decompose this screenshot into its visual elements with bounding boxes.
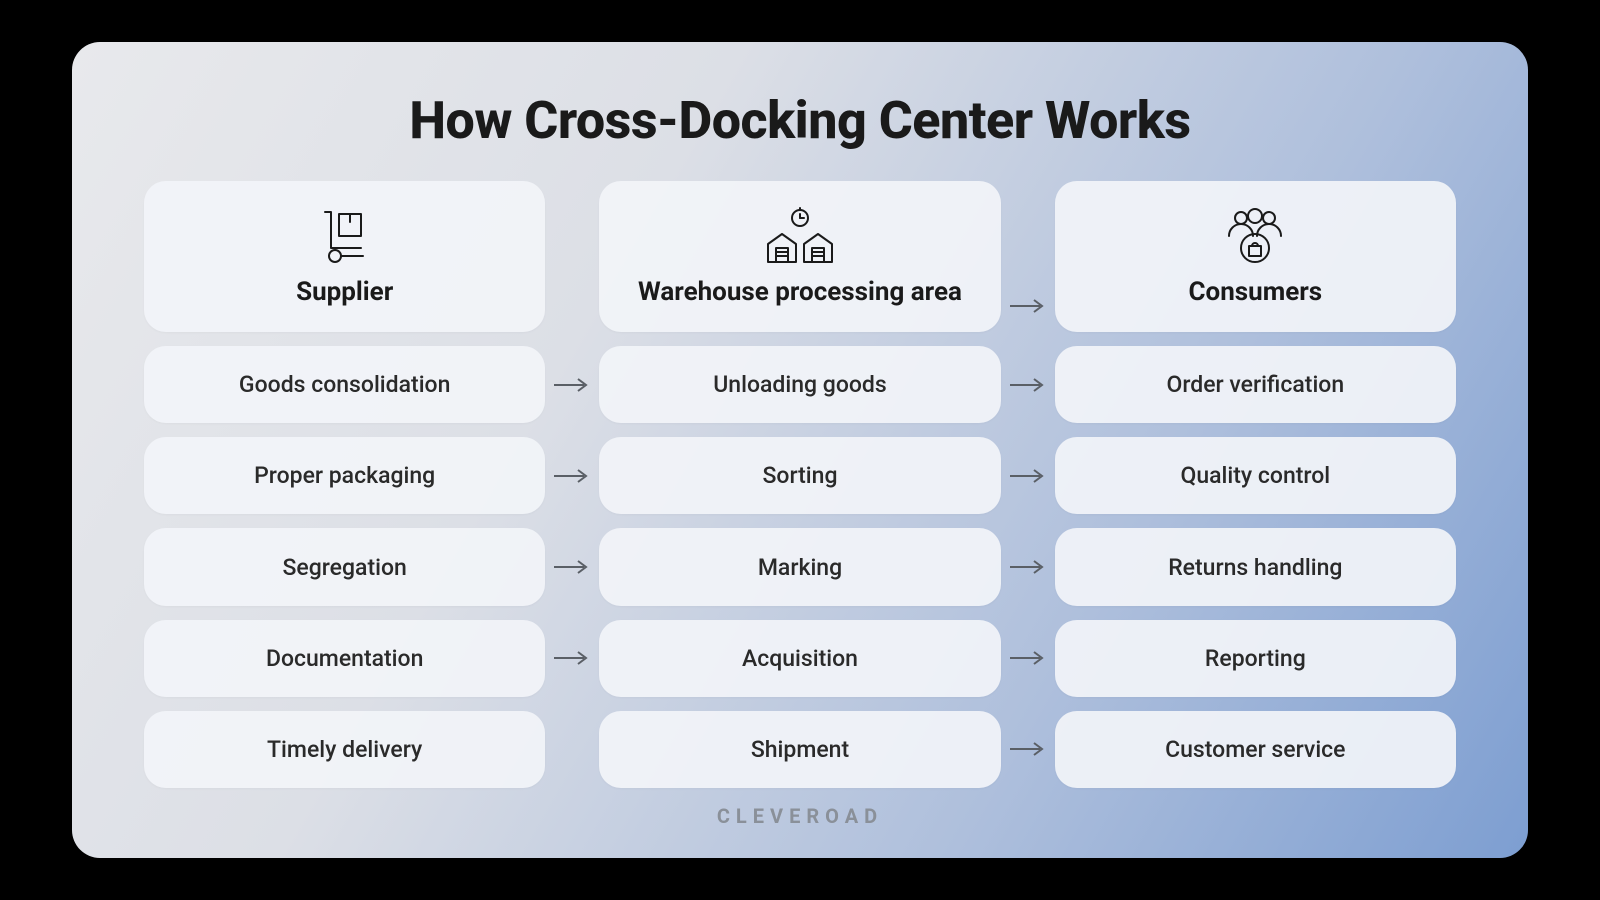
arrow-icon (1001, 437, 1055, 514)
arrow-icon (1001, 528, 1055, 605)
arrow-icon (1001, 346, 1055, 423)
header-label: Warehouse processing area (638, 277, 962, 307)
step-label: Segregation (282, 554, 406, 581)
step-label: Customer service (1165, 736, 1345, 763)
step-card: Customer service (1055, 711, 1456, 788)
arrow-icon (545, 346, 599, 423)
step-card: Segregation (144, 528, 545, 605)
step-card: Order verification (1055, 346, 1456, 423)
consumers-icon (1219, 207, 1291, 269)
step-label: Documentation (266, 645, 423, 672)
step-card: Sorting (599, 437, 1000, 514)
step-label: Goods consolidation (239, 371, 450, 398)
diagram-title: How Cross-Docking Center Works (144, 90, 1456, 151)
arrow-icon (545, 528, 599, 605)
step-label: Reporting (1205, 645, 1306, 672)
step-label: Unloading goods (713, 371, 886, 398)
step-label: Order verification (1166, 371, 1344, 398)
step-label: Returns handling (1168, 554, 1342, 581)
step-label: Shipment (751, 736, 849, 763)
arrow-icon (1001, 181, 1055, 332)
step-card: Proper packaging (144, 437, 545, 514)
step-card: Documentation (144, 620, 545, 697)
step-card: Acquisition (599, 620, 1000, 697)
step-label: Acquisition (742, 645, 858, 672)
step-label: Timely delivery (267, 736, 422, 763)
diagram-grid: Supplier Warehouse (144, 181, 1456, 788)
step-label: Marking (758, 554, 842, 581)
arrow-icon (545, 437, 599, 514)
warehouse-icon (760, 207, 840, 269)
header-warehouse: Warehouse processing area (599, 181, 1000, 332)
header-supplier: Supplier (144, 181, 545, 332)
header-label: Supplier (296, 277, 393, 307)
arrow-icon (1001, 620, 1055, 697)
hand-truck-icon (313, 207, 377, 269)
step-label: Proper packaging (254, 462, 435, 489)
header-consumers: Consumers (1055, 181, 1456, 332)
step-label: Quality control (1180, 462, 1330, 489)
step-card: Returns handling (1055, 528, 1456, 605)
arrow-icon (1001, 711, 1055, 788)
step-card: Unloading goods (599, 346, 1000, 423)
step-card: Goods consolidation (144, 346, 545, 423)
step-card: Quality control (1055, 437, 1456, 514)
header-label: Consumers (1189, 277, 1323, 307)
step-card: Reporting (1055, 620, 1456, 697)
step-label: Sorting (762, 462, 837, 489)
step-card: Shipment (599, 711, 1000, 788)
step-card: Marking (599, 528, 1000, 605)
brand-footer: CLEVEROAD (144, 804, 1456, 828)
diagram-canvas: How Cross-Docking Center Works Supplier (72, 42, 1528, 858)
arrow-icon (545, 620, 599, 697)
step-card: Timely delivery (144, 711, 545, 788)
